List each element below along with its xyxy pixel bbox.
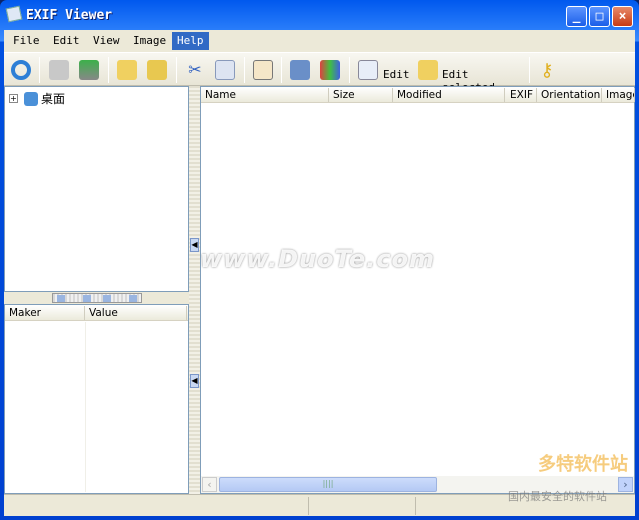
print-button[interactable] (46, 57, 72, 83)
expand-down-icon[interactable] (103, 295, 111, 302)
close-button[interactable]: × (612, 6, 633, 27)
tree-item-label: 桌面 (41, 92, 66, 106)
save-icon (79, 60, 99, 80)
monitor-icon (320, 60, 340, 80)
horizontal-splitter[interactable] (4, 292, 189, 304)
separator (349, 57, 350, 83)
menu-image[interactable]: Image (128, 32, 171, 50)
file-list-header: Name Size Modified EXIF Orientation Imag… (201, 87, 635, 103)
copy-icon (215, 60, 235, 80)
cut-button[interactable]: ✂ (182, 57, 208, 83)
column-value[interactable]: Value (85, 306, 187, 320)
scroll-thumb[interactable]: |||| (219, 477, 437, 492)
menu-edit[interactable]: Edit (48, 32, 85, 50)
collapse-left-icon[interactable]: ◀ (190, 238, 199, 252)
cut-icon: ✂ (188, 60, 202, 79)
collapse-up-icon[interactable] (57, 295, 65, 302)
properties-header: Maker Value (5, 305, 188, 321)
edit-selected-button[interactable]: Edit selected (415, 57, 527, 94)
status-panel (309, 497, 416, 515)
expand-toggle[interactable]: + (9, 94, 18, 103)
edit-button[interactable]: Edit (355, 57, 413, 83)
title-bar: EXIF Viewer _ □ × (0, 0, 639, 30)
maximize-button[interactable]: □ (589, 6, 610, 27)
window-title: EXIF Viewer (26, 8, 113, 23)
user-button[interactable] (287, 57, 313, 83)
column-size[interactable]: Size (329, 88, 393, 102)
print-icon (49, 60, 69, 80)
collapse-left-icon[interactable]: ◀ (190, 374, 199, 388)
file-list[interactable]: Name Size Modified EXIF Orientation Imag… (200, 86, 635, 494)
column-orientation[interactable]: Orientation (537, 88, 602, 102)
watermark-slogan: 国内最安全的软件站 (508, 490, 607, 503)
watermark: www.DuoTe.com (200, 245, 435, 273)
new-folder-button[interactable] (114, 57, 140, 83)
client-area: File Edit View Image Help ✂ Edit Edit se… (4, 30, 635, 516)
key-button[interactable]: ⚷ (534, 57, 560, 83)
separator (176, 57, 177, 83)
monitor-button[interactable] (317, 57, 343, 83)
desktop-icon (23, 91, 38, 106)
column-name[interactable]: Name (201, 88, 329, 102)
menu-help[interactable]: Help (172, 32, 209, 50)
new-folder-icon (117, 60, 137, 80)
edit-selected-icon (418, 60, 438, 80)
status-panel (4, 497, 309, 515)
watermark-brand: 多特软件站 (538, 454, 628, 475)
folder-tree[interactable]: + 桌面 (4, 86, 189, 292)
column-image[interactable]: Image (602, 88, 635, 102)
minimize-button[interactable]: _ (566, 6, 587, 27)
expand-down-icon[interactable] (129, 295, 137, 302)
vertical-splitter[interactable]: ◀ ◀ (189, 86, 200, 494)
column-divider (85, 322, 86, 492)
save-button[interactable] (76, 57, 102, 83)
toolbar: ✂ Edit Edit selected ⚷ (4, 52, 635, 94)
scroll-left-icon[interactable]: ‹ (202, 477, 217, 492)
column-modified[interactable]: Modified (393, 88, 505, 102)
column-exif[interactable]: EXIF (505, 88, 537, 102)
open-folder-button[interactable] (144, 57, 170, 83)
refresh-icon (11, 60, 31, 80)
menu-view[interactable]: View (88, 32, 125, 50)
collapse-up-icon[interactable] (83, 295, 91, 302)
separator (529, 57, 530, 83)
open-folder-icon (147, 60, 167, 80)
user-icon (290, 60, 310, 80)
select-columns-icon (253, 60, 273, 80)
separator (244, 57, 245, 83)
column-maker[interactable]: Maker (5, 306, 85, 320)
menu-file[interactable]: File (8, 32, 45, 50)
key-icon: ⚷ (540, 60, 554, 81)
splitter-buttons (52, 293, 142, 303)
separator (108, 57, 109, 83)
app-icon (5, 5, 23, 23)
separator (281, 57, 282, 83)
copy-button[interactable] (212, 57, 238, 83)
separator (39, 57, 40, 83)
refresh-button[interactable] (8, 57, 34, 83)
window: EXIF Viewer _ □ × File Edit View Image H… (0, 0, 639, 520)
tree-item[interactable]: + 桌面 (9, 90, 65, 106)
properties-list[interactable]: Maker Value (4, 304, 189, 494)
edit-icon (358, 60, 378, 80)
scroll-right-icon[interactable]: › (618, 477, 633, 492)
select-columns-button[interactable] (250, 57, 276, 83)
menu-bar: File Edit View Image Help (4, 30, 635, 52)
